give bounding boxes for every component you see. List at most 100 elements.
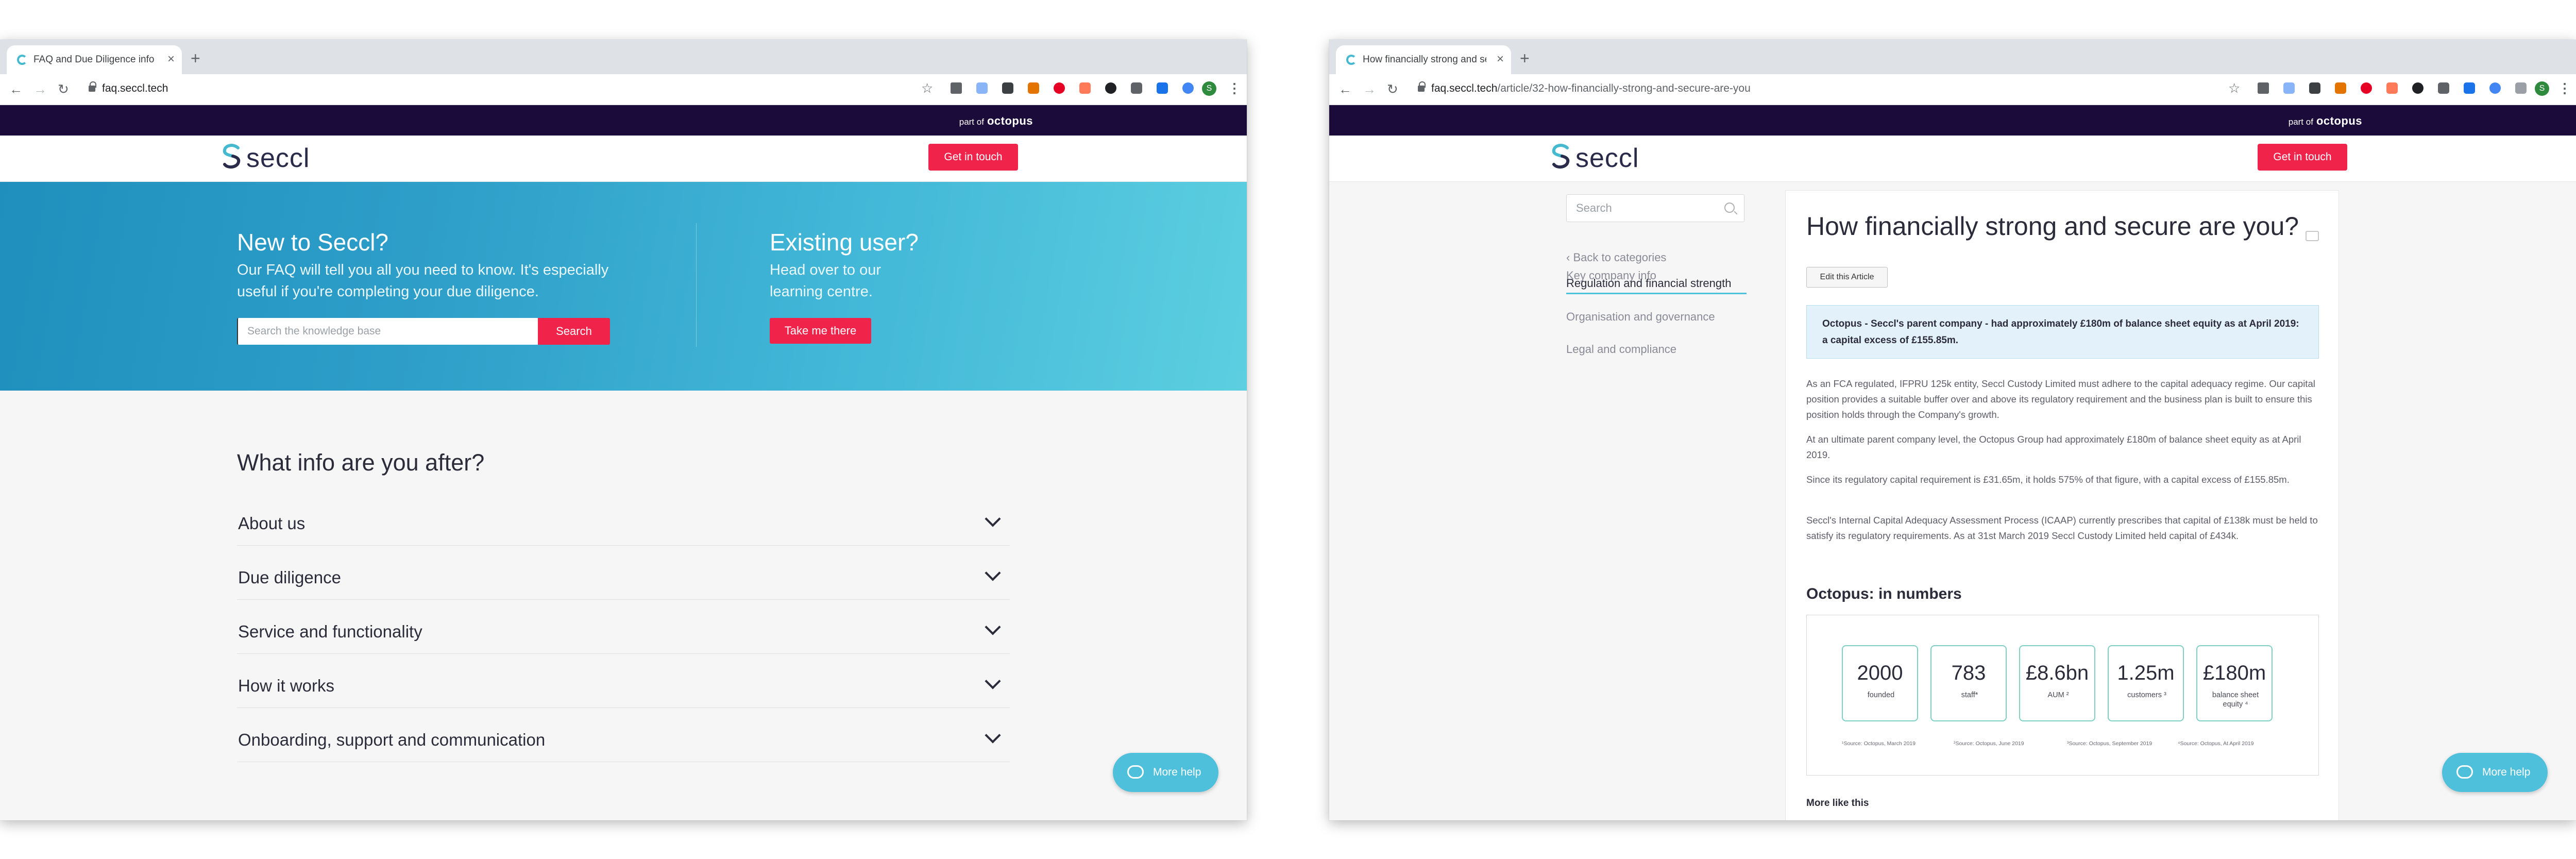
part-of-text: part of [959, 117, 984, 127]
extension-icon[interactable] [2309, 82, 2320, 94]
pinterest-icon[interactable] [1054, 82, 1065, 94]
extension-icon[interactable] [951, 82, 962, 94]
chat-bubble-icon [1127, 765, 1144, 779]
chat-bubble-icon [2456, 765, 2473, 779]
sidebar-item-organisation[interactable]: Organisation and governance [1566, 310, 1715, 324]
forward-arrow-icon[interactable]: → [33, 80, 47, 98]
profile-avatar[interactable]: S [2535, 81, 2549, 96]
sidebar-item-regulation[interactable]: Regulation and financial strength [1566, 277, 1731, 290]
extension-icon[interactable] [2386, 82, 2398, 94]
octopus-banner: part of octopus [1329, 105, 2576, 136]
reading-list-icon[interactable] [2515, 82, 2527, 94]
accordion-item[interactable]: About us [237, 492, 1010, 546]
menu-kebab-icon[interactable]: ⋮ [2558, 80, 2571, 96]
accordion-label: About us [238, 514, 306, 533]
octopus-logo[interactable]: octopus [987, 114, 1033, 127]
stat-value: 1.25m [2117, 662, 2175, 684]
sidebar-item-legal[interactable]: Legal and compliance [1566, 343, 1676, 356]
extension-icon[interactable] [1157, 82, 1168, 94]
chevron-down-icon [985, 565, 1001, 581]
address-bar[interactable]: faq.seccl.tech/article/32-how-financiall… [1431, 82, 1751, 95]
seccl-logo[interactable]: seccl [1575, 144, 1639, 173]
url-host: faq.seccl.tech [102, 82, 168, 94]
extension-icon[interactable] [2489, 82, 2501, 94]
accordion-item[interactable]: Due diligence [237, 546, 1010, 600]
stat-label: customers ³ [2127, 691, 2166, 699]
browser-tab[interactable]: FAQ and Due Diligence info | S × [7, 45, 182, 74]
more-help-button[interactable]: More help [1113, 753, 1218, 792]
extension-icon[interactable] [1002, 82, 1013, 94]
stat-value: 2000 [1857, 662, 1903, 684]
extension-icon[interactable] [2335, 82, 2346, 94]
stat-founded: 2000 founded [1842, 645, 1918, 721]
new-tab-icon[interactable]: + [1520, 50, 1530, 66]
profile-avatar[interactable]: S [1202, 81, 1216, 96]
get-in-touch-button[interactable]: Get in touch [2258, 144, 2347, 171]
back-arrow-icon[interactable]: ← [9, 80, 23, 98]
site-header: seccl Get in touch [0, 136, 1247, 182]
stat-label: balance sheet equity ⁴ [2212, 691, 2259, 709]
pinterest-icon[interactable] [2361, 82, 2372, 94]
take-me-there-button[interactable]: Take me there [770, 318, 871, 344]
part-of-octopus: part of octopus [959, 114, 1033, 128]
get-in-touch-button[interactable]: Get in touch [928, 144, 1018, 171]
close-icon[interactable]: × [1497, 52, 1504, 66]
accordion-item[interactable]: Service and functionality [237, 600, 1010, 654]
callout-box: Octopus - Seccl's parent company - had a… [1806, 305, 2319, 359]
back-to-categories-link[interactable]: ‹ Back to categories [1566, 251, 1666, 264]
seccl-logo[interactable]: seccl [246, 144, 310, 173]
extension-icon[interactable] [1105, 82, 1116, 94]
extension-icon[interactable] [1182, 82, 1194, 94]
extension-icon[interactable] [1079, 82, 1091, 94]
url-path: /article/32-how-financially-strong-and-s… [1497, 82, 1751, 94]
extension-icon[interactable] [2438, 82, 2449, 94]
extension-icon[interactable] [1131, 82, 1142, 94]
back-arrow-icon[interactable]: ← [1338, 80, 1352, 98]
bookmark-star-icon[interactable]: ☆ [921, 80, 933, 96]
forward-arrow-icon[interactable]: → [1363, 80, 1376, 98]
close-icon[interactable]: × [167, 52, 175, 66]
reload-icon[interactable]: ↻ [58, 80, 69, 98]
new-tab-icon[interactable]: + [191, 50, 200, 66]
search-button[interactable]: Search [538, 318, 610, 345]
accordion-item[interactable]: Onboarding, support and communication [237, 708, 1010, 762]
part-of-text: part of [2288, 117, 2313, 127]
extension-icon[interactable] [2258, 82, 2269, 94]
more-help-button[interactable]: More help [2442, 753, 2548, 792]
menu-kebab-icon[interactable]: ⋮ [1228, 80, 1241, 96]
browser-toolbar: ← → ↻ faq.seccl.tech ☆ S ⋮ [0, 74, 1247, 105]
extension-icon[interactable] [2464, 82, 2475, 94]
site-header: seccl Get in touch [1329, 136, 2576, 182]
chevron-down-icon [985, 619, 1001, 635]
stat-customers: 1.25m customers ³ [2108, 645, 2184, 721]
address-bar[interactable]: faq.seccl.tech [102, 82, 168, 95]
knowledge-base-search-input[interactable]: Search the knowledge base [237, 318, 538, 345]
seccl-favicon-icon [17, 55, 27, 65]
extension-icon[interactable] [2283, 82, 2295, 94]
chevron-down-icon [985, 673, 1001, 689]
extension-icon[interactable] [2412, 82, 2424, 94]
extension-icon[interactable] [1028, 82, 1039, 94]
sidebar-search-input[interactable]: Search [1566, 194, 1744, 222]
bookmark-star-icon[interactable]: ☆ [2228, 80, 2240, 96]
seccl-logo-icon[interactable] [1551, 143, 1570, 170]
stat-equity: £180m balance sheet equity ⁴ [2196, 645, 2273, 721]
lock-icon [89, 81, 96, 92]
reload-icon[interactable]: ↻ [1387, 80, 1398, 98]
accordion-item[interactable]: How it works [237, 654, 1010, 708]
extension-icon[interactable] [976, 82, 988, 94]
stat-value: £8.6bn [2025, 662, 2089, 684]
more-help-label: More help [2482, 766, 2531, 778]
new-to-seccl-text: Our FAQ will tell you all you need to kn… [237, 262, 609, 300]
accordion-label: Service and functionality [238, 622, 422, 641]
edit-article-button[interactable]: Edit this Article [1806, 267, 1888, 288]
article-paragraph: Since its regulatory capital requirement… [1806, 474, 2290, 485]
print-icon[interactable] [2306, 231, 2319, 241]
url-host: faq.seccl.tech [1431, 82, 1498, 94]
faq-page: part of octopus seccl Get in touch New to… [0, 105, 1247, 820]
octopus-logo[interactable]: octopus [2316, 114, 2362, 127]
seccl-logo-icon[interactable] [222, 143, 241, 170]
search-icon[interactable] [1724, 203, 1735, 213]
browser-tab[interactable]: How financially strong and sec × [1336, 45, 1511, 74]
existing-user-heading: Existing user? [770, 229, 919, 256]
